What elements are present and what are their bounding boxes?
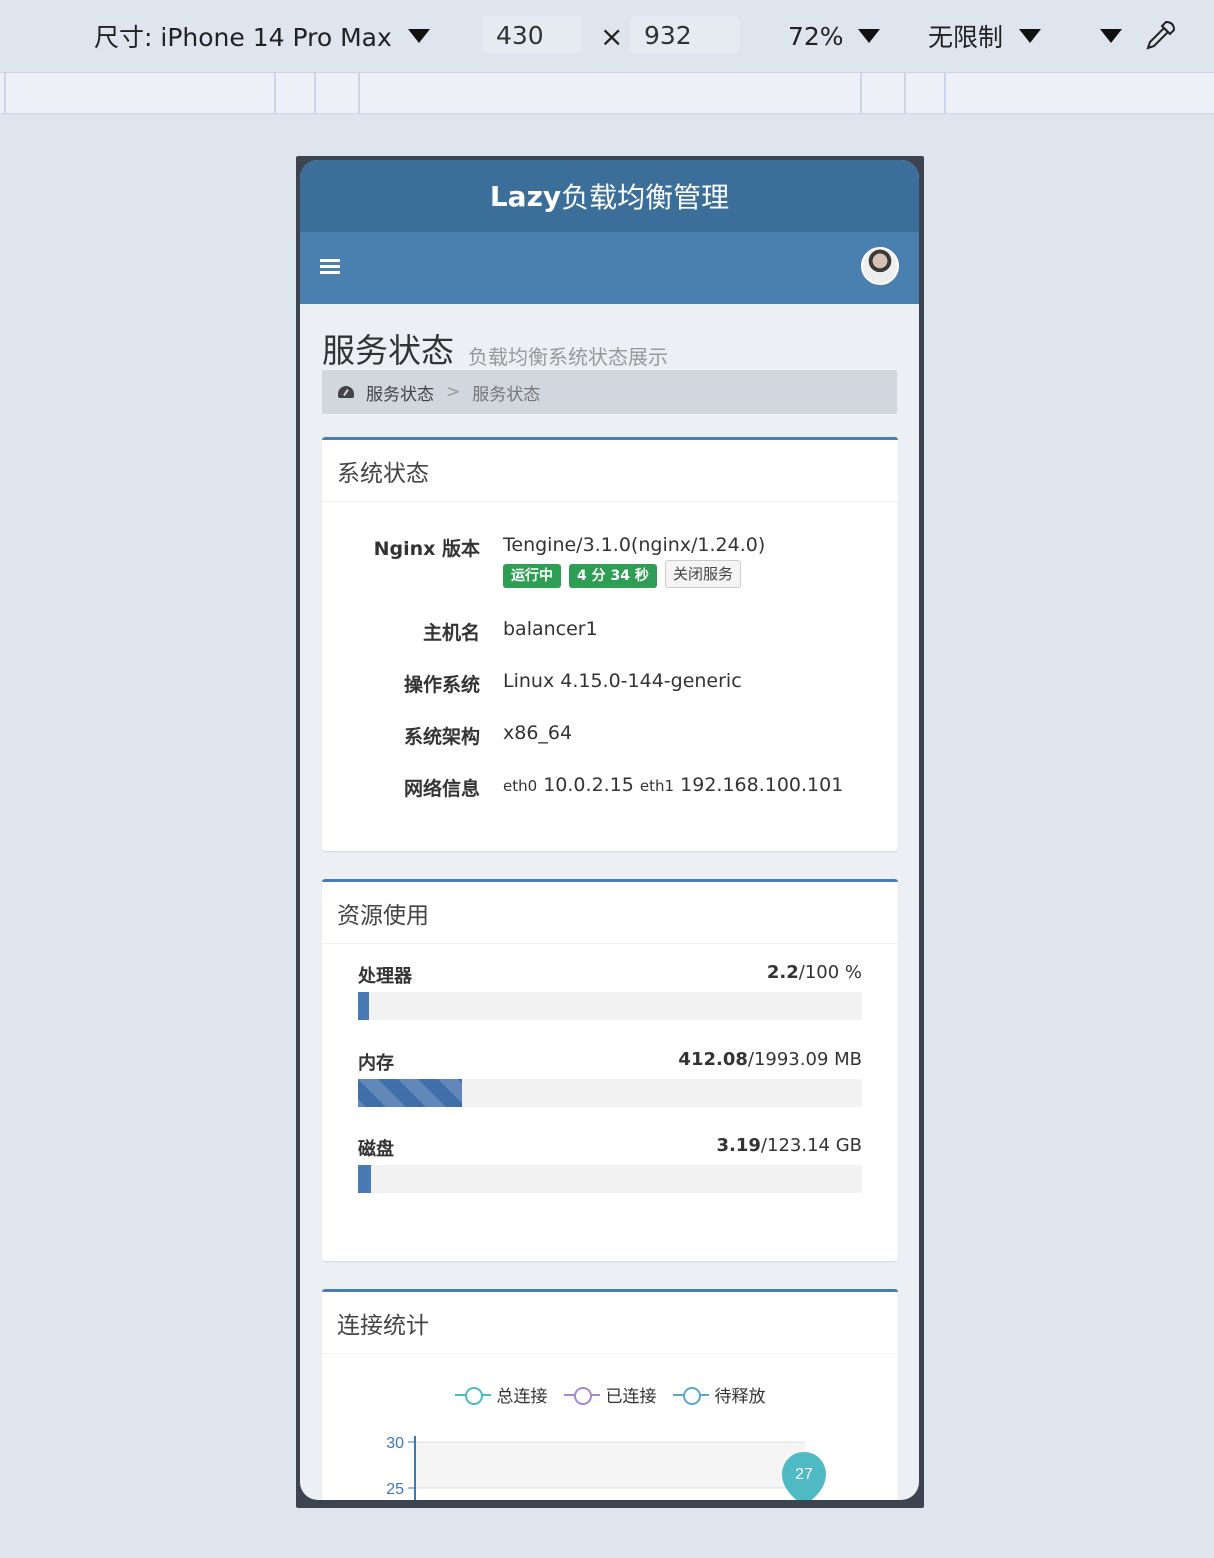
chart-band — [415, 1442, 805, 1488]
page-subtitle: 负载均衡系统状态展示 — [468, 345, 668, 369]
resource-used: 3.19 — [716, 1135, 761, 1156]
system-status-box: 系统状态 Nginx 版本 Tengine/3.1.0(nginx/1.24.0… — [322, 437, 898, 851]
legend-item-pending[interactable]: 待释放 — [672, 1382, 766, 1407]
brand-rest: 负载均衡管理 — [561, 181, 730, 214]
device-frame: Lazy 负载均衡管理 服务状态 负载均衡系统状态展示 服务状态 > 服务状态 系统… — [296, 156, 924, 1508]
throttle-select[interactable]: 无限制 — [928, 18, 1042, 54]
height-input[interactable]: 932 — [630, 16, 740, 54]
info-value: Linux 4.15.0-144-generic — [503, 670, 742, 692]
legend-marker-icon — [672, 1386, 709, 1405]
disk-usage: 磁盘 3.19/123.14 GB — [358, 1135, 862, 1193]
resource-total: /1993.09 MB — [747, 1049, 862, 1070]
info-value: Tengine/3.1.0(nginx/1.24.0) — [503, 534, 766, 556]
info-label: 操作系统 — [403, 674, 480, 696]
devtools-toolbar: 尺寸: iPhone 14 Pro Max 430 × 932 72% 无限制 — [0, 0, 1214, 72]
info-value: balancer1 — [503, 618, 598, 640]
resource-total: /100 % — [798, 962, 862, 983]
y-tick-label: 30 — [386, 1435, 404, 1452]
box-title: 资源使用 — [322, 882, 898, 944]
eyedropper-icon[interactable] — [1142, 18, 1178, 54]
legend-item-connected[interactable]: 已连接 — [563, 1382, 657, 1407]
menu-toggle-icon[interactable] — [320, 259, 340, 275]
device-label: 尺寸: iPhone 14 Pro Max — [94, 23, 392, 52]
info-label: 网络信息 — [403, 778, 480, 800]
times-sign: × — [600, 19, 624, 53]
legend-item-total[interactable]: 总连接 — [454, 1382, 548, 1407]
connection-stats-box: 连接统计 总连接 已连接 待释放 30 25 27 — [322, 1289, 898, 1500]
resource-usage-box: 资源使用 处理器 2.2/100 % 内存 412.08/1993.09 MB … — [322, 879, 898, 1261]
width-input[interactable]: 430 — [482, 16, 582, 54]
resource-value: 3.19/123.14 GB — [717, 1135, 863, 1161]
legend-marker-icon — [454, 1386, 491, 1405]
info-label: 主机名 — [422, 622, 480, 644]
box-title: 连接统计 — [322, 1292, 898, 1354]
ip-address: 10.0.2.15 — [543, 774, 634, 796]
stop-service-button[interactable]: 关闭服务 — [664, 560, 741, 588]
y-tick-label: 25 — [386, 1481, 404, 1498]
progress-fill — [358, 1079, 463, 1107]
breadcrumb-separator: > — [446, 382, 461, 402]
resource-name: 磁盘 — [358, 1139, 394, 1160]
more-options[interactable] — [1100, 18, 1122, 54]
breadcrumb-item[interactable]: 服务状态 — [366, 380, 434, 405]
resource-name: 内存 — [358, 1053, 394, 1074]
status-badge: 运行中 — [503, 563, 561, 588]
zoom-label: 72% — [788, 21, 844, 51]
max-marker-label: 27 — [795, 1466, 813, 1483]
resource-used: 412.08 — [678, 1049, 748, 1070]
app-header[interactable]: Lazy 负载均衡管理 — [300, 160, 919, 232]
legend-label: 总连接 — [496, 1387, 548, 1407]
box-title: 系统状态 — [322, 440, 898, 502]
height-value: 932 — [644, 20, 692, 50]
progress-fill — [358, 992, 370, 1020]
cpu-usage: 处理器 2.2/100 % — [358, 962, 862, 1020]
resource-name: 处理器 — [358, 966, 412, 987]
uptime-badge: 4 分 34 秒 — [569, 563, 657, 588]
chevron-down-icon — [407, 29, 430, 43]
zoom-select[interactable]: 72% — [788, 18, 880, 54]
progress-bar — [358, 992, 862, 1020]
times-label: × — [600, 18, 623, 54]
network-info: eth0 10.0.2.15 eth1 192.168.100.101 — [503, 774, 843, 796]
throttle-label: 无限制 — [928, 23, 1004, 52]
top-navbar — [300, 232, 919, 304]
width-value: 430 — [496, 20, 544, 50]
interface-name: eth1 — [639, 777, 675, 795]
dashboard-icon — [338, 386, 354, 398]
resource-value: 412.08/1993.09 MB — [678, 1049, 862, 1075]
chevron-down-icon — [1100, 29, 1122, 43]
info-value: x86_64 — [503, 722, 573, 744]
resource-used: 2.2 — [766, 962, 799, 983]
chevron-down-icon — [1019, 29, 1042, 43]
chart-legend: 总连接 已连接 待释放 — [322, 1382, 898, 1407]
device-select[interactable]: 尺寸: iPhone 14 Pro Max — [94, 18, 430, 54]
info-label: 系统架构 — [403, 726, 480, 748]
breadcrumb: 服务状态 > 服务状态 — [322, 370, 897, 414]
legend-label: 已连接 — [605, 1387, 657, 1407]
info-label: Nginx 版本 — [373, 538, 480, 560]
brand-bold: Lazy — [489, 179, 562, 213]
progress-bar — [358, 1079, 862, 1107]
media-query-ruler — [0, 72, 1214, 114]
progress-bar — [358, 1165, 862, 1193]
legend-label: 待释放 — [714, 1387, 766, 1407]
device-screen: Lazy 负载均衡管理 服务状态 负载均衡系统状态展示 服务状态 > 服务状态 系统… — [300, 160, 919, 1500]
memory-usage: 内存 412.08/1993.09 MB — [358, 1049, 862, 1107]
ip-address: 192.168.100.101 — [680, 774, 844, 796]
status-badges: 运行中 4 分 34 秒 关闭服务 — [503, 560, 741, 588]
resource-value: 2.2/100 % — [767, 962, 862, 988]
legend-marker-icon — [563, 1386, 600, 1405]
breadcrumb-current: 服务状态 — [472, 384, 541, 405]
page-title: 服务状态 — [322, 331, 454, 370]
content-header: 服务状态 负载均衡系统状态展示 — [300, 304, 919, 370]
chevron-down-icon — [857, 29, 880, 43]
progress-fill — [358, 1165, 372, 1193]
connection-chart: 30 25 27 — [386, 1435, 826, 1500]
avatar[interactable] — [861, 247, 899, 285]
resource-total: /123.14 GB — [760, 1135, 862, 1156]
interface-name: eth0 — [503, 777, 538, 795]
